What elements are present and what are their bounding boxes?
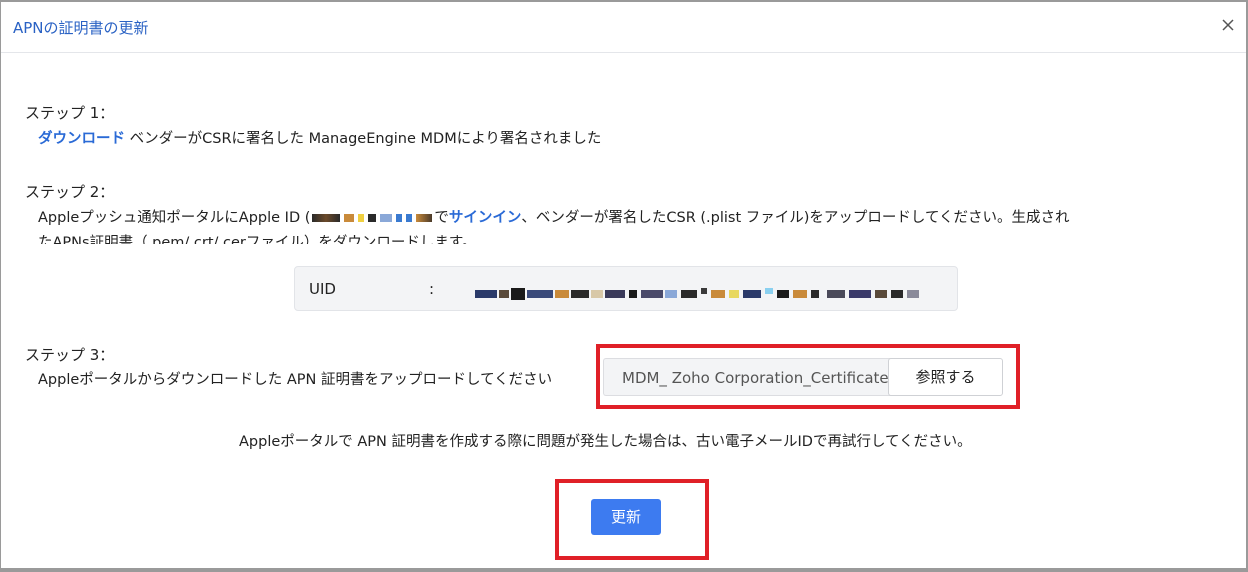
uid-box: UID :	[294, 266, 958, 311]
step1-text: ベンダーがCSRに署名した ManageEngine MDMにより署名されました	[129, 131, 602, 147]
step3-title: ステップ 3：	[25, 346, 115, 364]
dialog-title: APNの証明書の更新	[13, 19, 149, 37]
step1-line: ダウンロード ベンダーがCSRに署名した ManageEngine MDMにより…	[38, 127, 601, 148]
highlight-box-upload	[596, 344, 1020, 409]
uid-label: UID	[309, 280, 336, 298]
step2-line1-prefix: Appleプッシュ通知ポータルにApple ID (	[38, 210, 311, 226]
step2-line1-suffix: で	[434, 210, 449, 226]
step3-text: Appleポータルからダウンロードした APN 証明書をアップロードしてください	[38, 372, 553, 388]
close-icon[interactable]	[1218, 15, 1238, 35]
uid-separator: :	[429, 280, 435, 298]
redacted-uid-value	[475, 285, 935, 300]
renew-apn-dialog: APNの証明書の更新 ステップ 1： ダウンロード ベンダーがCSRに署名した …	[1, 2, 1246, 568]
step2-line1: Appleプッシュ通知ポータルにApple ID ( でサインイン、ベンダーが署名…	[38, 206, 1070, 227]
step2-line1-rest: 、ベンダーが署名したCSR (.plist ファイル)をアップロードしてください…	[521, 210, 1070, 226]
retry-note: Appleポータルで APN 証明書を作成する際に問題が発生した場合は、古い電子…	[239, 434, 972, 450]
redacted-apple-id	[310, 210, 434, 226]
step2-title: ステップ 2：	[25, 183, 115, 201]
signin-link[interactable]: サインイン	[449, 210, 522, 226]
highlight-box-update	[555, 479, 709, 560]
download-link[interactable]: ダウンロード	[38, 131, 125, 147]
step2-line2: たAPNs証明書（.pem/.crt/.cerファイル）をダウンロードします。	[38, 235, 477, 244]
dialog-header: APNの証明書の更新	[1, 2, 1246, 53]
step1-title: ステップ 1：	[25, 104, 115, 122]
